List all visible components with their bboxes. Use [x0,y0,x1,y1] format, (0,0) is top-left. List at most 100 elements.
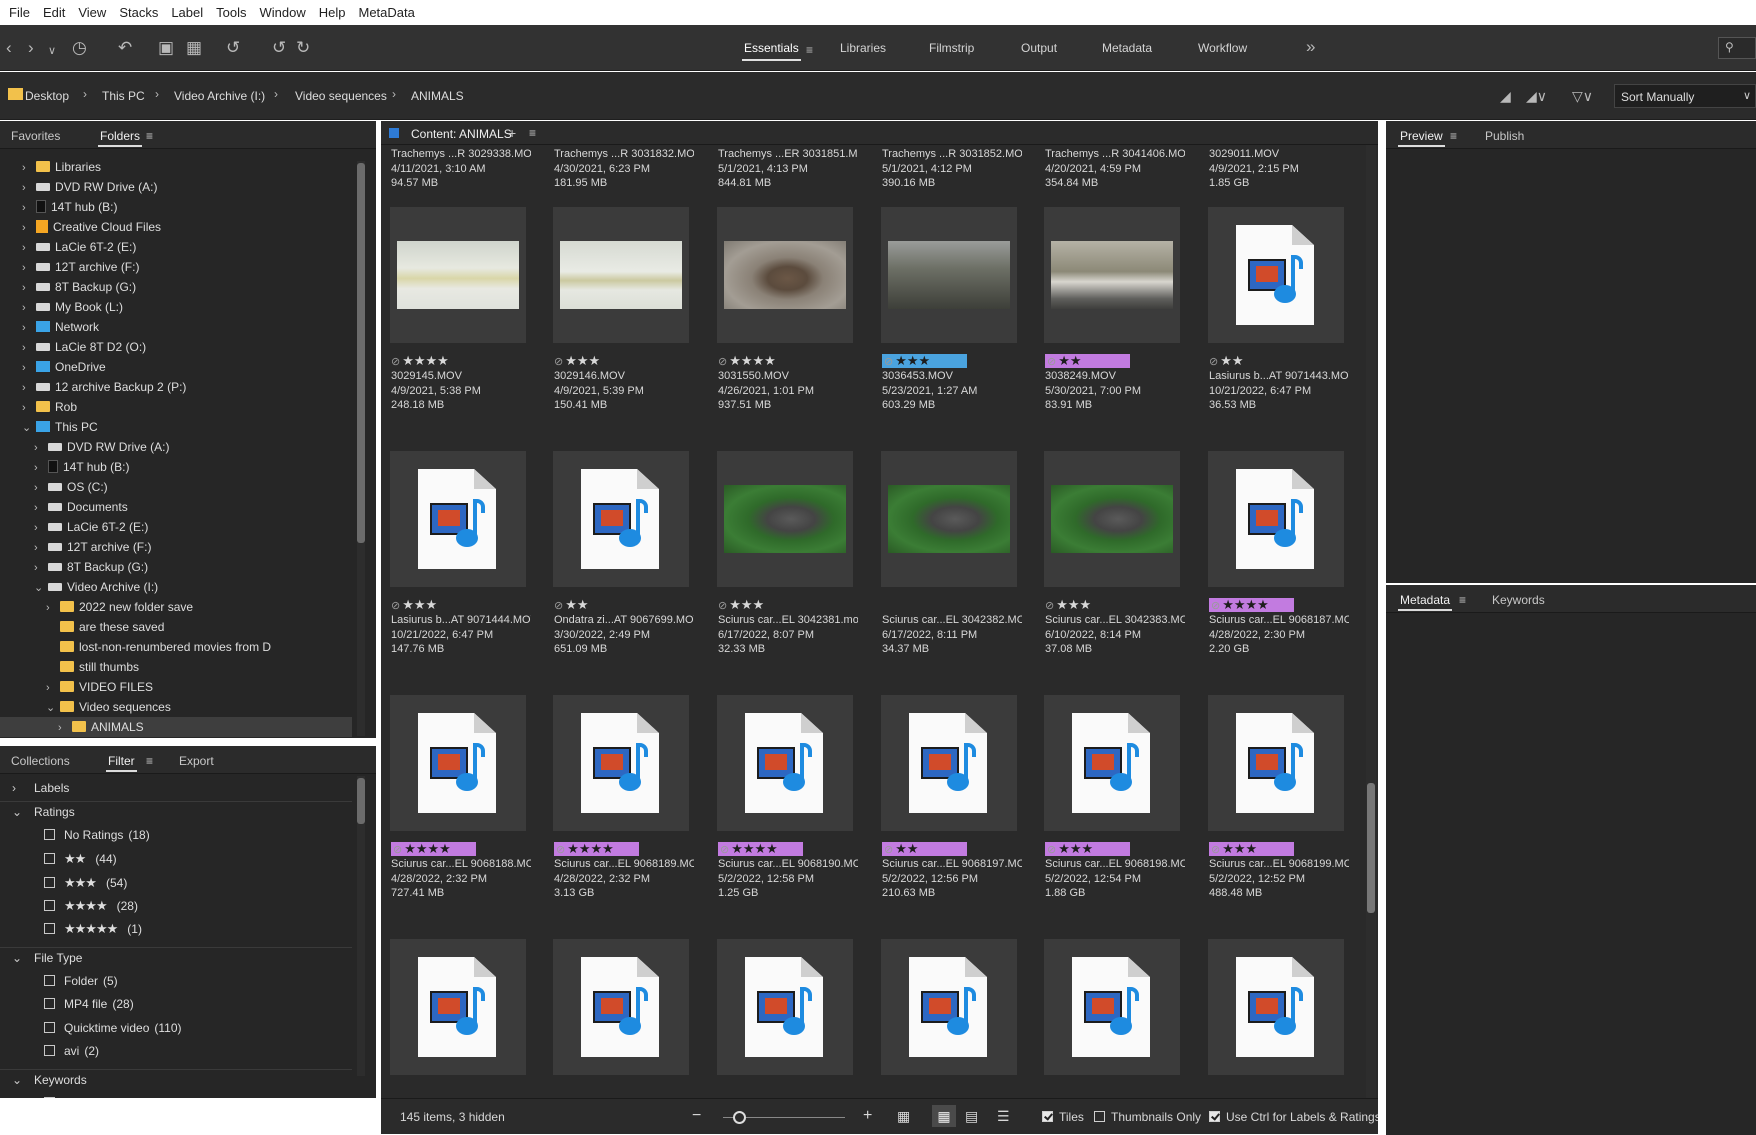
menu-help[interactable]: Help [314,5,354,20]
tree-item[interactable]: › LaCie 6T-2 (E:) [0,237,352,257]
rating-filter-icon[interactable]: ◢∨ [1526,86,1547,106]
star-rating[interactable]: ⊘ ★★★ [1209,842,1294,856]
filter-checkbox[interactable] [44,923,55,934]
filter-checkbox[interactable] [44,853,55,864]
tree-item[interactable]: › LaCie 6T-2 (E:) [0,517,352,537]
menu-window[interactable]: Window [255,5,314,20]
tree-item[interactable]: › Network [0,317,352,337]
tree-item[interactable]: ⌄ Video sequences [0,697,352,717]
tree-item[interactable]: › Creative Cloud Files [0,217,352,237]
no-rating-icon[interactable]: ⊘ [1047,844,1056,856]
star-rating[interactable]: ⊘ ★★★ [882,354,967,368]
thumbnail-tile[interactable] [1208,207,1344,343]
panel-menu-icon[interactable]: ≡ [1459,593,1466,607]
thumbnail-tile[interactable] [881,695,1017,831]
refine-icon[interactable]: ▦ [186,38,202,58]
breadcrumb-item[interactable]: ANIMALS [411,89,464,103]
star-rating[interactable]: ⊘ ★★★★ [718,842,803,856]
ctrl-labels-toggle[interactable]: Use Ctrl for Labels & Ratings [1209,1110,1381,1124]
panel-menu-icon[interactable]: ≡ [1450,129,1457,143]
tree-item[interactable]: › 2022 new folder save [0,597,352,617]
tiles-toggle[interactable]: Tiles [1042,1110,1084,1124]
tree-item[interactable]: › 12T archive (F:) [0,537,352,557]
chevron-right-icon[interactable]: › [34,478,48,498]
content-scrollbar[interactable] [1366,145,1376,1098]
filter-checkbox[interactable] [44,829,55,840]
no-rating-icon[interactable]: ⊘ [1045,600,1054,612]
thumbnail-tile[interactable] [390,451,526,587]
no-rating-icon[interactable]: ⊘ [718,356,727,368]
chevron-right-icon[interactable]: › [34,558,48,578]
tree-item[interactable]: ⌄ Video Archive (I:) [0,577,352,597]
thumbnail-tile[interactable] [717,695,853,831]
filter-item[interactable]: ★★ (44) [44,849,396,869]
tab-metadata[interactable]: Metadata [1397,593,1453,611]
star-rating[interactable]: ⊘ ★★ [554,598,589,613]
thumbnail-tile[interactable] [881,207,1017,343]
details-view-icon[interactable]: ▤ [965,1108,978,1125]
back-icon[interactable]: ‹ [6,38,12,58]
chevron-down-icon[interactable]: ⌄ [46,698,60,718]
thumbnail-tile[interactable] [553,451,689,587]
tree-item[interactable]: › 8T Backup (G:) [0,557,352,577]
star-rating[interactable]: ⊘ ★★★ [1045,598,1091,613]
chevron-right-icon[interactable]: › [22,278,36,298]
tiles-checkbox[interactable] [1042,1111,1053,1122]
no-rating-icon[interactable]: ⊘ [1209,356,1218,368]
panel-menu-icon[interactable]: ≡ [146,754,153,768]
filter-section[interactable]: ⌄ File Type [0,947,352,967]
no-rating-icon[interactable]: ⊘ [884,844,893,856]
thumbnail-tile[interactable] [717,207,853,343]
breadcrumb-item[interactable]: Video Archive (I:) [174,89,265,103]
filter-checkbox[interactable] [44,975,55,986]
tree-item[interactable]: lost-non-renumbered movies from D [0,637,352,657]
star-rating[interactable]: ⊘ ★★★★ [1209,598,1294,612]
workspace-menu-icon[interactable]: ≡ [806,40,813,60]
filter-item[interactable]: MP4 file (28) [44,994,396,1014]
filter-item[interactable]: No Ratings (18) [44,825,396,845]
tree-item[interactable]: still thumbs [0,657,352,677]
chevron-down-icon[interactable]: ⌄ [12,1070,34,1090]
tree-item[interactable]: › 12T archive (F:) [0,257,352,277]
chevron-right-icon[interactable]: › [22,198,36,218]
menu-stacks[interactable]: Stacks [114,5,166,20]
chevron-down-icon[interactable]: ⌄ [12,948,34,968]
workspace-workflow[interactable]: Workflow [1198,39,1247,57]
tab-collections[interactable]: Collections [11,754,70,768]
recent-history-icon[interactable]: ◷ [72,38,87,58]
tree-item[interactable]: › LaCie 8T D2 (O:) [0,337,352,357]
filter-checkbox[interactable] [44,998,55,1009]
camera-icon[interactable]: ▣ [158,38,174,58]
star-rating[interactable]: ⊘ ★★★★ [554,842,639,856]
no-rating-icon[interactable]: ⊘ [554,600,563,612]
chevron-right-icon[interactable]: › [58,718,72,738]
thumbs-only-toggle[interactable]: Thumbnails Only [1094,1110,1201,1124]
thumbnail-tile[interactable] [1044,207,1180,343]
breadcrumb-item[interactable]: This PC [102,89,145,103]
menu-edit[interactable]: Edit [38,5,73,20]
filter-item[interactable]: Quicktime video (110) [44,1018,396,1038]
chevron-right-icon[interactable]: › [22,218,36,238]
add-icon[interactable]: + [508,125,516,141]
star-rating[interactable]: ⊘ ★★★ [391,598,437,613]
filter-funnel-icon[interactable]: ▽∨ [1572,86,1593,106]
chevron-down-icon[interactable]: ⌄ [22,418,36,438]
grid-lock-icon[interactable]: ▦ [897,1108,910,1125]
workspace-output[interactable]: Output [1021,39,1057,57]
thumbnail-tile[interactable] [1208,939,1344,1075]
thumbnail-tile[interactable] [881,451,1017,587]
chevron-right-icon[interactable]: › [34,438,48,458]
thumbnail-tile[interactable] [390,939,526,1075]
sort-dropdown[interactable]: Sort Manually ∨ [1614,84,1756,108]
breadcrumb-item[interactable]: Video sequences [295,89,387,103]
ctrl-labels-checkbox[interactable] [1209,1111,1220,1122]
no-rating-icon[interactable]: ⊘ [884,356,893,368]
panel-menu-icon[interactable]: ≡ [529,126,536,140]
boomerang-icon[interactable]: ↶ [118,38,132,58]
search-input[interactable]: ⚲ [1718,37,1756,59]
zoom-in-button[interactable]: + [863,1107,872,1125]
thumbnail-tile[interactable] [390,695,526,831]
no-rating-icon[interactable]: ⊘ [393,844,402,856]
thumbnail-tile[interactable] [553,207,689,343]
star-rating[interactable]: ⊘ ★★★ [718,598,764,613]
